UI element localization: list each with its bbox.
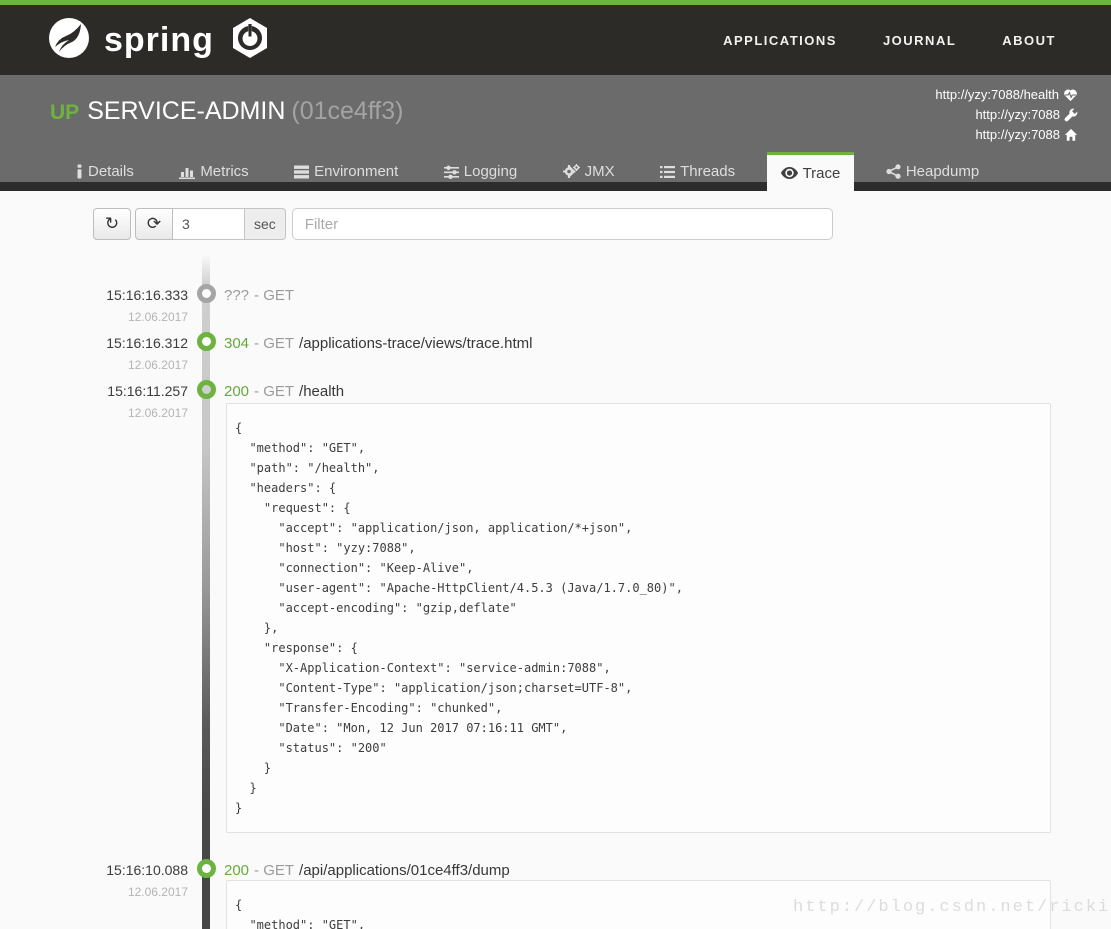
timeline-bar (202, 255, 210, 929)
page: spring APPLICATIONS JOURNAL ABOUT UP SERV… (0, 0, 1111, 929)
tab-metrics-label: Metrics (200, 163, 248, 180)
tab-jmx-label: JMX (585, 163, 615, 180)
navbar-links: APPLICATIONS JOURNAL ABOUT (723, 33, 1056, 48)
entry-method: - GET (254, 335, 294, 352)
entry-status: 200 (224, 383, 249, 400)
nav-about[interactable]: ABOUT (1002, 33, 1056, 48)
tab-details-label: Details (88, 163, 134, 180)
bar-chart-icon (179, 165, 195, 179)
server-list-icon (294, 165, 309, 179)
service-url-link[interactable]: http://yzy:7088 (935, 125, 1078, 145)
trace-json-body: { "method": "GET", "path": "/health", "h… (235, 418, 1042, 818)
brand-name: spring (104, 21, 214, 60)
management-url-link[interactable]: http://yzy:7088 (935, 105, 1078, 125)
entry-timestamp: 15:16:16.333 12.06.2017 (40, 287, 188, 324)
list-icon (660, 165, 675, 179)
entry-time: 15:16:11.257 (40, 383, 188, 399)
entry-date: 12.06.2017 (40, 885, 188, 899)
health-url-link[interactable]: http://yzy:7088/health (935, 85, 1078, 105)
tab-trace-label: Trace (803, 165, 841, 182)
info-icon (76, 164, 83, 179)
wrench-icon (1064, 108, 1078, 122)
service-urls: http://yzy:7088/health http://yzy:7088 (935, 85, 1078, 145)
tab-threads[interactable]: Threads (646, 152, 749, 191)
entry-timestamp: 15:16:11.257 12.06.2017 (40, 383, 188, 420)
tab-environment[interactable]: Environment (280, 152, 412, 191)
navbar: spring APPLICATIONS JOURNAL ABOUT (0, 5, 1111, 75)
timeline-dot-green[interactable] (197, 332, 216, 351)
tab-logging[interactable]: Logging (430, 152, 531, 191)
auto-refresh-button[interactable]: ⟳ (135, 208, 173, 240)
application-id: (01ce4ff3) (291, 97, 403, 125)
application-name: SERVICE-ADMIN (87, 97, 285, 125)
refresh-interval-input[interactable] (173, 208, 245, 240)
watermark: http://blog.csdn.net/rickiyeat (793, 898, 1111, 917)
entry-timestamp: 15:16:16.312 12.06.2017 (40, 335, 188, 372)
tab-trace[interactable]: Trace (767, 152, 855, 191)
entry-status: ??? (224, 287, 249, 304)
spring-boot-hexagon-icon (228, 16, 272, 65)
interval-unit-label: sec (245, 208, 286, 240)
spring-leaf-logo-icon (48, 17, 90, 64)
filter-input[interactable] (292, 208, 833, 240)
management-url-text: http://yzy:7088 (975, 105, 1060, 125)
nav-journal[interactable]: JOURNAL (883, 33, 956, 48)
entry-date: 12.06.2017 (40, 406, 188, 420)
entry-path: /applications-trace/views/trace.html (299, 335, 532, 352)
tab-details[interactable]: Details (62, 152, 148, 191)
tab-threads-label: Threads (680, 163, 735, 180)
entry-method: - GET (254, 862, 294, 879)
spring-brand[interactable]: spring (48, 16, 272, 65)
entry-date: 12.06.2017 (40, 310, 188, 324)
heartbeat-icon (1063, 88, 1078, 102)
entry-path: /health (299, 383, 344, 400)
tab-metrics[interactable]: Metrics (165, 152, 262, 191)
share-icon (886, 164, 901, 179)
timeline-dot-green[interactable] (197, 859, 216, 878)
cogs-icon (563, 164, 580, 179)
service-url-text: http://yzy:7088 (975, 125, 1060, 145)
entry-label[interactable]: 200 - GET/health (224, 383, 344, 400)
tab-jmx[interactable]: JMX (549, 152, 629, 191)
timeline-dot-gray[interactable] (197, 284, 216, 303)
eye-icon (781, 167, 798, 179)
entry-time: 15:16:10.088 (40, 862, 188, 878)
nav-applications[interactable]: APPLICATIONS (723, 33, 837, 48)
entry-status: 200 (224, 862, 249, 879)
tab-environment-label: Environment (314, 163, 398, 180)
refresh-once-button[interactable]: ↻ (93, 208, 131, 240)
tab-logging-label: Logging (464, 163, 517, 180)
entry-time: 15:16:16.312 (40, 335, 188, 351)
tab-heapdump-label: Heapdump (906, 163, 979, 180)
status-badge: UP (50, 101, 79, 124)
entry-label[interactable]: ??? - GET (224, 287, 294, 304)
refresh-icon: ↻ (105, 214, 119, 234)
entry-path: /api/applications/01ce4ff3/dump (299, 862, 510, 879)
entry-time: 15:16:16.333 (40, 287, 188, 303)
timeline-dot-green[interactable] (197, 380, 216, 399)
health-url-text: http://yzy:7088/health (935, 85, 1059, 105)
entry-label[interactable]: 200 - GET/api/applications/01ce4ff3/dump (224, 862, 510, 879)
sliders-icon (444, 165, 459, 179)
tab-bar: Details Metrics Environment Logging (0, 152, 1111, 191)
entry-timestamp: 15:16:10.088 12.06.2017 (40, 862, 188, 899)
trace-content: ↻ ⟳ sec 15:16:16.333 12.06.2017 ??? - GET (0, 191, 1111, 929)
trace-controls: ↻ ⟳ sec (93, 208, 833, 240)
home-icon (1064, 128, 1078, 142)
tab-heapdump[interactable]: Heapdump (872, 152, 993, 191)
entry-status: 304 (224, 335, 249, 352)
entry-method: - GET (254, 287, 294, 304)
entry-method: - GET (254, 383, 294, 400)
auto-refresh-icon: ⟳ (147, 214, 161, 234)
trace-detail-box: { "method": "GET", "path": "/health", "h… (226, 403, 1051, 833)
entry-date: 12.06.2017 (40, 358, 188, 372)
application-title: UP SERVICE-ADMIN(01ce4ff3) (50, 97, 403, 126)
entry-label[interactable]: 304 - GET/applications-trace/views/trace.… (224, 335, 532, 352)
application-header: UP SERVICE-ADMIN(01ce4ff3) http://yzy:708… (0, 75, 1111, 191)
